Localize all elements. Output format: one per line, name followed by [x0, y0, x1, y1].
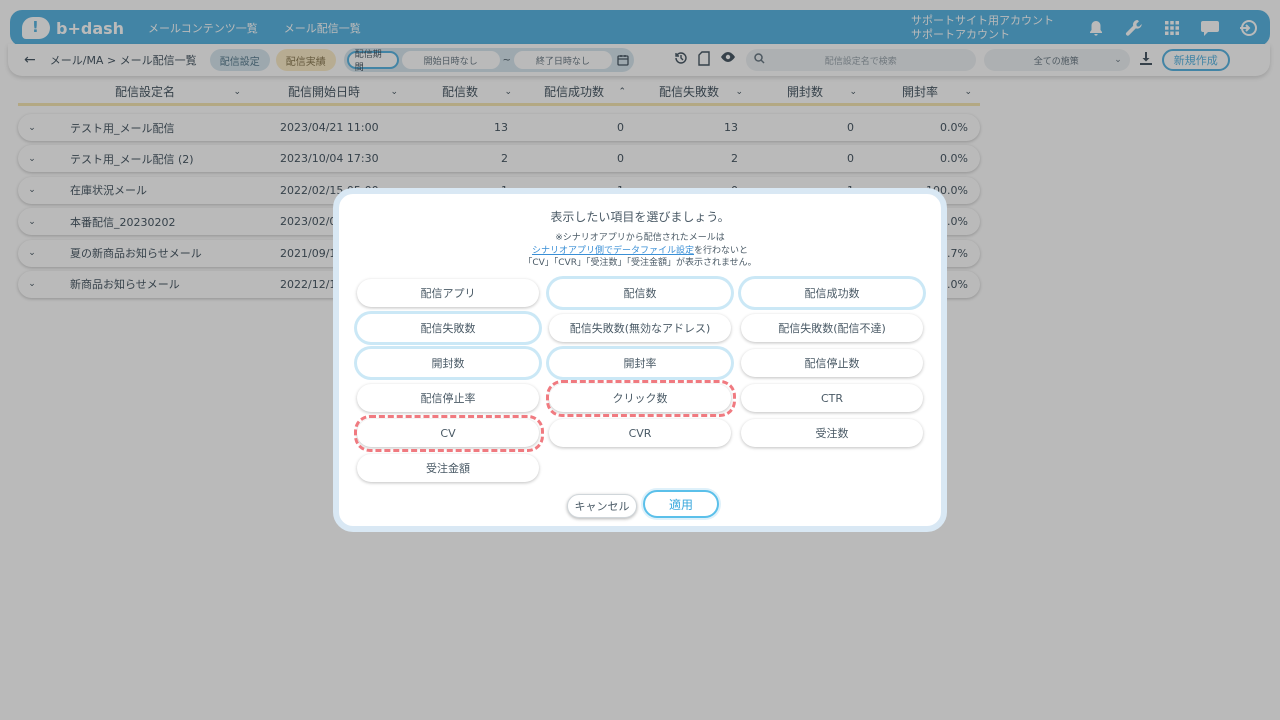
modal-note: ※シナリオアプリから配信されたメールは シナリオアプリ側でデータファイル設定を行…	[339, 232, 941, 270]
option-order-amount[interactable]: 受注金額	[357, 454, 539, 482]
option-unsubscribe-count[interactable]: 配信停止数	[741, 349, 923, 377]
option-unsubscribe-rate[interactable]: 配信停止率	[357, 384, 539, 412]
option-fail-count[interactable]: 配信失敗数	[357, 314, 539, 342]
modal-note-line2-tail: を行わないと	[694, 245, 749, 256]
option-ctr[interactable]: CTR	[741, 384, 923, 412]
option-open-count[interactable]: 開封数	[357, 349, 539, 377]
option-order-count[interactable]: 受注数	[741, 419, 923, 447]
modal-note-line3: 「CV」「CVR」「受注数」「受注金額」が表示されません。	[523, 258, 757, 268]
cancel-button[interactable]: キャンセル	[567, 494, 637, 518]
option-fail-undelivered[interactable]: 配信失敗数(配信不達)	[741, 314, 923, 342]
option-fail-invalid-address[interactable]: 配信失敗数(無効なアドレス)	[549, 314, 731, 342]
data-file-settings-link[interactable]: シナリオアプリ側でデータファイル設定	[532, 246, 694, 256]
option-success-count[interactable]: 配信成功数	[741, 279, 923, 307]
option-cvr[interactable]: CVR	[549, 419, 731, 447]
highlight-click-count	[546, 380, 736, 417]
highlight-cv	[354, 415, 544, 452]
column-select-modal: 表示したい項目を選びましょう。 ※シナリオアプリから配信されたメールは シナリオ…	[333, 188, 947, 532]
modal-title: 表示したい項目を選びましょう。	[550, 210, 730, 224]
apply-button[interactable]: 適用	[643, 490, 719, 518]
option-delivery-app[interactable]: 配信アプリ	[357, 279, 539, 307]
option-sent-count[interactable]: 配信数	[549, 279, 731, 307]
modal-note-line1: ※シナリオアプリから配信されたメールは	[555, 233, 725, 243]
option-open-rate[interactable]: 開封率	[549, 349, 731, 377]
